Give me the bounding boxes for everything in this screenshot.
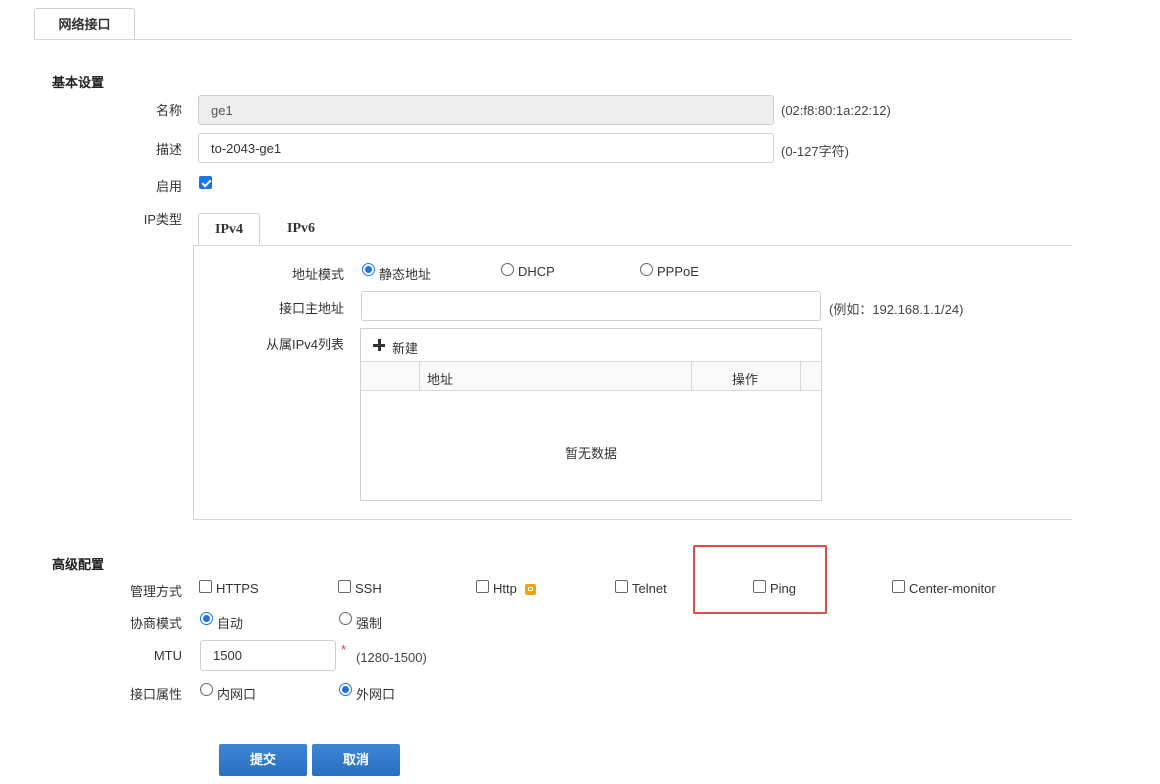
table-toolbar: 新建 bbox=[361, 329, 821, 362]
top-tab-bar: 网络接口 bbox=[34, 8, 1072, 40]
attr-internal-label: 内网口 bbox=[217, 687, 257, 702]
mgmt-telnet-checkbox[interactable] bbox=[615, 580, 628, 593]
mode-dhcp-label: DHCP bbox=[518, 264, 555, 279]
mgmt-center-monitor-label: Center-monitor bbox=[909, 581, 996, 596]
nego-label: 协商模式 bbox=[129, 616, 182, 631]
mode-dhcp-radio[interactable] bbox=[501, 263, 514, 276]
mgmt-ssh-checkbox[interactable] bbox=[338, 580, 351, 593]
tab-ipv4[interactable]: IPv4 bbox=[198, 213, 260, 245]
basic-settings-title: 基本设置 bbox=[52, 75, 105, 90]
tab-ipv6[interactable]: IPv6 bbox=[270, 213, 332, 245]
addr-mode-label: 地址模式 bbox=[291, 267, 344, 282]
mtu-label: MTU bbox=[153, 648, 182, 663]
mode-pppoe-radio[interactable] bbox=[640, 263, 653, 276]
description-input[interactable] bbox=[198, 133, 774, 163]
submit-button[interactable]: 提交 bbox=[219, 744, 307, 776]
plus-icon bbox=[373, 339, 385, 351]
mode-static-radio[interactable] bbox=[362, 263, 375, 276]
primary-addr-label: 接口主地址 bbox=[278, 301, 344, 316]
attr-external-radio[interactable] bbox=[339, 683, 352, 696]
mgmt-ssh-label: SSH bbox=[355, 581, 382, 596]
mgmt-http-checkbox[interactable] bbox=[476, 580, 489, 593]
ip-type-tabs: IPv4 IPv6 bbox=[193, 213, 1072, 246]
col-separator bbox=[419, 362, 420, 391]
mode-pppoe-label: PPPoE bbox=[657, 264, 699, 279]
ip-type-label: IP类型 bbox=[143, 212, 182, 227]
nego-auto-radio[interactable] bbox=[200, 612, 213, 625]
mtu-required-mark: * bbox=[341, 642, 347, 657]
name-label: 名称 bbox=[155, 103, 182, 118]
empty-text: 暂无数据 bbox=[564, 446, 617, 461]
tab-network-interface[interactable]: 网络接口 bbox=[34, 8, 135, 39]
name-input[interactable] bbox=[198, 95, 774, 125]
col-separator bbox=[691, 362, 692, 391]
desc-length-hint: (0-127字符) bbox=[781, 144, 849, 159]
name-mac-hint: (02:f8:80:1a:22:12) bbox=[781, 103, 891, 118]
secondary-ipv4-table: 新建 地址 操作 暂无数据 bbox=[360, 328, 822, 501]
nego-forced-label: 强制 bbox=[356, 616, 383, 631]
mgmt-center-monitor-checkbox[interactable] bbox=[892, 580, 905, 593]
col-address-header: 地址 bbox=[427, 372, 454, 387]
new-button[interactable]: 新建 bbox=[361, 329, 441, 362]
mtu-range-hint: (1280-1500) bbox=[356, 650, 427, 665]
ping-highlight-box bbox=[693, 545, 827, 614]
desc-label: 描述 bbox=[155, 142, 182, 157]
new-button-label: 新建 bbox=[392, 341, 419, 356]
attr-external-label: 外网口 bbox=[356, 687, 396, 702]
mgmt-telnet-label: Telnet bbox=[632, 581, 667, 596]
attr-label: 接口属性 bbox=[129, 687, 182, 702]
advanced-title: 高级配置 bbox=[52, 557, 105, 572]
primary-address-input[interactable] bbox=[361, 291, 821, 321]
secondary-list-label: 从属IPv4列表 bbox=[265, 337, 344, 352]
nego-auto-label: 自动 bbox=[217, 616, 244, 631]
mode-static-label: 静态地址 bbox=[379, 267, 432, 282]
cancel-button[interactable]: 取消 bbox=[312, 744, 400, 776]
nego-forced-radio[interactable] bbox=[339, 612, 352, 625]
col-separator bbox=[800, 362, 801, 391]
attr-internal-radio[interactable] bbox=[200, 683, 213, 696]
mgmt-https-checkbox[interactable] bbox=[199, 580, 212, 593]
mtu-input[interactable] bbox=[200, 640, 336, 671]
enable-label: 启用 bbox=[155, 179, 182, 194]
mgmt-http-label: Http bbox=[493, 581, 517, 596]
primary-addr-hint: (例如：192.168.1.1/24) bbox=[829, 302, 964, 317]
enable-checkbox[interactable] bbox=[199, 176, 212, 189]
warning-lock-icon[interactable] bbox=[525, 584, 536, 595]
mgmt-label: 管理方式 bbox=[129, 584, 182, 599]
table-header: 地址 操作 bbox=[361, 362, 821, 391]
col-actions-header: 操作 bbox=[732, 372, 759, 387]
mgmt-https-label: HTTPS bbox=[216, 581, 259, 596]
